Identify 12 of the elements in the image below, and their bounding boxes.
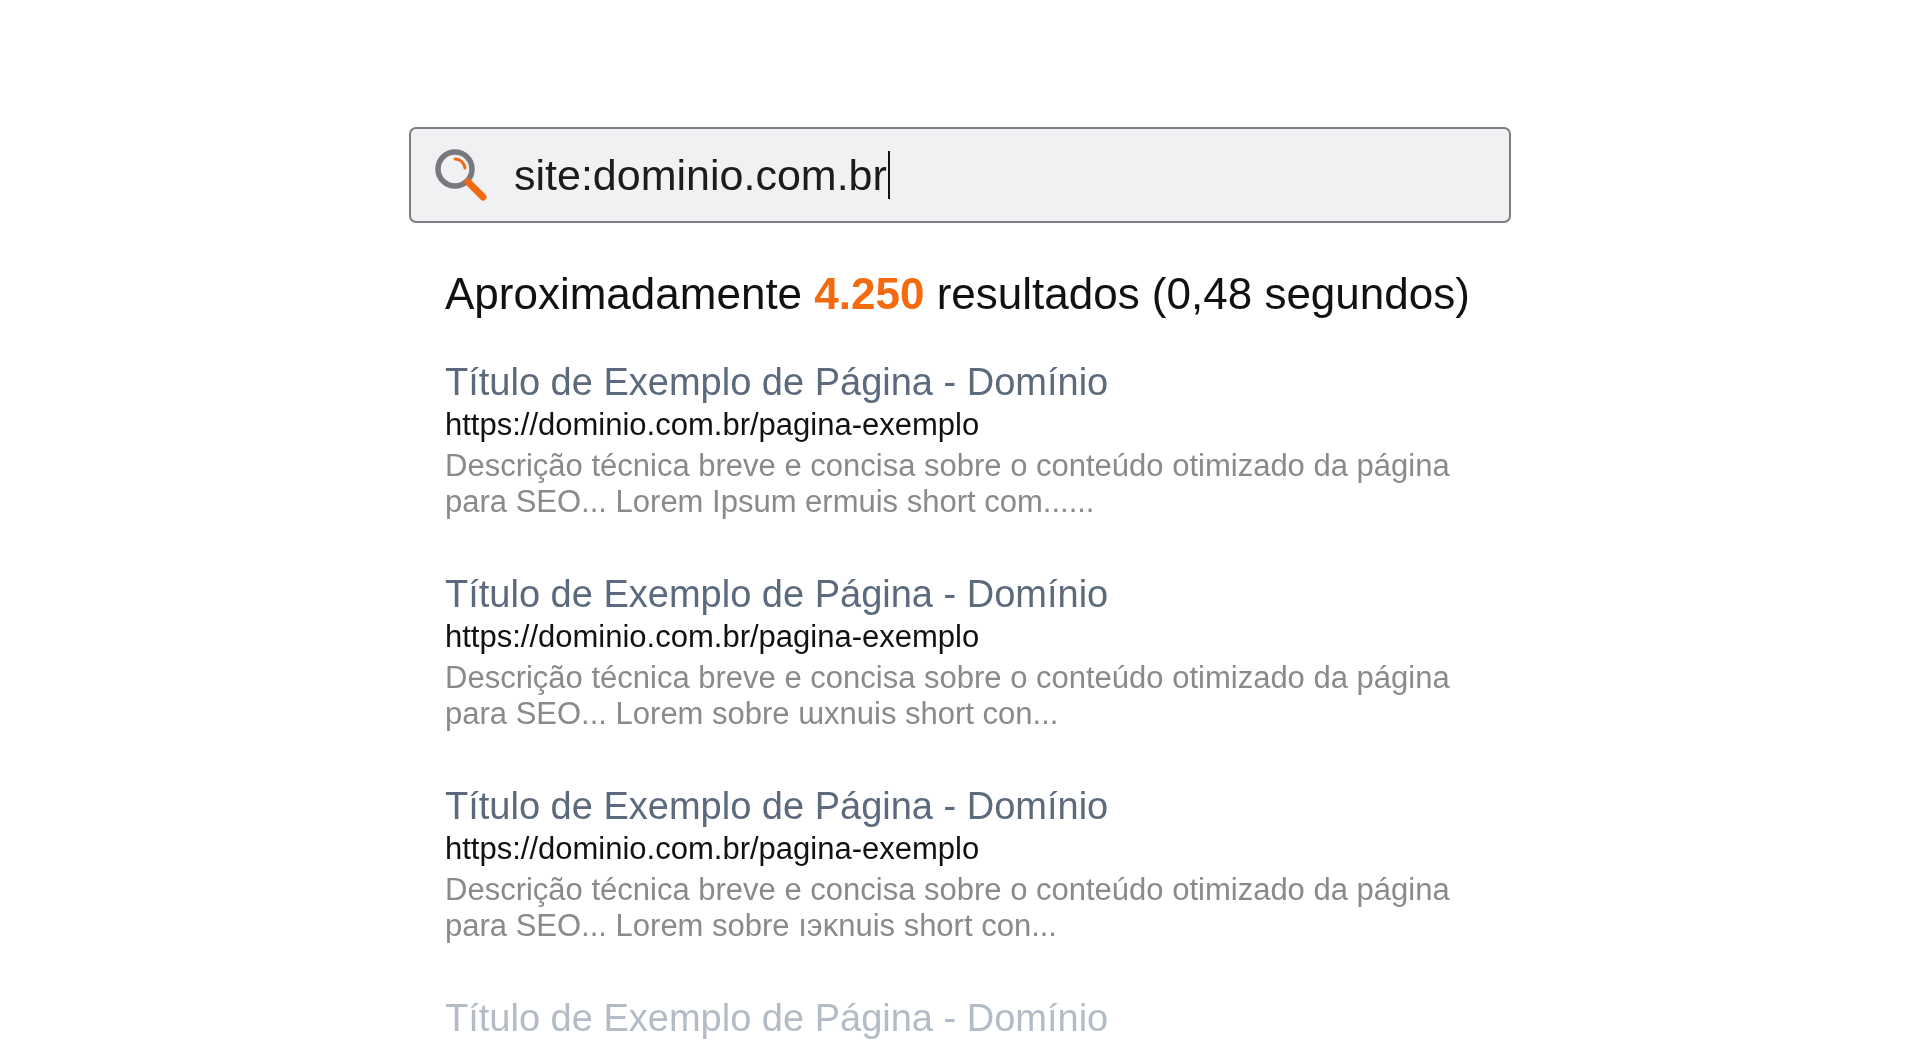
- results-count-text: Aproximadamente 4.250 resultados (0,48 segundos): [445, 268, 1471, 320]
- search-field[interactable]: site:dominio.com.br: [409, 127, 1511, 223]
- result-snippet: Descrição técnica breve e concisa sobre o conteúdo otimizado da página para SEO... Lorem sobre ıэĸnuis short con...: [445, 872, 1451, 944]
- search-icon: [433, 147, 489, 203]
- result-title-link[interactable]: Título de Exemplo de Página - Domínio: [445, 361, 1109, 403]
- result-url: https://dominio.com.br/pagina-exemplo: [445, 831, 980, 867]
- result-snippet: Descrição técnica breve e concisa sobre o conteúdo otimizado da página para SEO... Lorem Ipsum ermuis short com......: [445, 448, 1451, 520]
- result-snippet: Descrição técnica breve e concisa sobre o conteúdo otimizado da página para SEO... Lorem sobre ɯxnuis short con...: [445, 660, 1451, 732]
- result-url: https://dominio.com.br/pagina-exemplo: [445, 407, 980, 443]
- result-title-link[interactable]: Título de Exemplo de Página - Domínio: [445, 785, 1109, 827]
- result-title-link[interactable]: Título de Exemplo de Página - Domínio: [445, 573, 1109, 615]
- result-url: https://dominio.com.br/pagina-exemplo: [445, 619, 980, 655]
